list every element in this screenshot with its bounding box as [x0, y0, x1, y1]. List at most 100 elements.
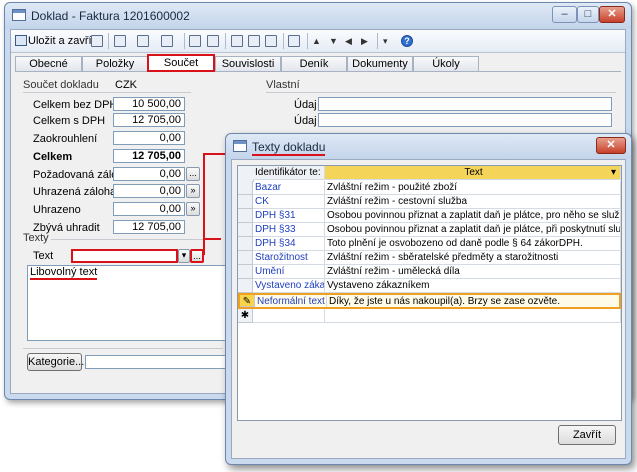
pozadovana-zaloha-ellipsis-button[interactable]: ...	[186, 167, 200, 181]
table-row[interactable]: Umění Zvláštní režim - umělecká díla	[238, 265, 621, 279]
uhrazeno-arrow-button[interactable]: »	[186, 202, 200, 216]
memo-textarea[interactable]: Libovolný text	[27, 265, 229, 341]
title-bar[interactable]: Doklad - Faktura 1201600002 – □ ✕	[5, 3, 631, 29]
table-row-new[interactable]: ✱	[238, 309, 621, 323]
table-row[interactable]: Bazar Zvláštní režim - použité zboží	[238, 181, 621, 195]
table-row[interactable]: Starožitnost Zvláštní režim - sběratelské…	[238, 251, 621, 265]
column-header-id[interactable]: Identifikátor te:	[253, 166, 325, 180]
row-selector[interactable]	[238, 181, 253, 195]
tab-ukoly[interactable]: Úkoly	[413, 56, 479, 71]
column-header-text[interactable]: Text ▾	[325, 166, 621, 180]
divider	[23, 348, 223, 349]
celkem-field[interactable]: 12 705,00	[113, 149, 185, 163]
uhrazeno-field[interactable]: 0,00	[113, 202, 185, 216]
row-selector[interactable]	[238, 223, 253, 237]
tab-dokumenty[interactable]: Dokumenty	[347, 56, 413, 71]
nav-first-icon[interactable]: ◀	[345, 35, 357, 47]
dialog-close-button[interactable]: ✕	[596, 137, 626, 154]
table-row[interactable]: DPH §34 Toto plnění je osvobozeno od daně…	[238, 237, 621, 251]
nav-last-icon[interactable]: ▶	[361, 35, 373, 47]
udaj-2-field[interactable]	[318, 113, 612, 127]
save-as-icon[interactable]	[91, 35, 103, 47]
zavrit-button[interactable]: Zavřít	[558, 425, 616, 445]
label-uhrazena-zaloha: Uhrazená záloha	[33, 186, 117, 198]
table-row[interactable]: Vystaveno zákazníVystaveno zákazníkem	[238, 279, 621, 293]
minimize-button[interactable]: –	[552, 6, 577, 23]
copy-icon[interactable]	[248, 35, 260, 47]
row-text: Zvláštní režim - cestovní služba	[325, 195, 621, 209]
tab-soucet[interactable]: Součet	[147, 54, 215, 72]
paste-icon[interactable]	[265, 35, 277, 47]
table-icon[interactable]	[207, 35, 219, 47]
new-row-text[interactable]	[325, 309, 621, 323]
row-text: Zvláštní režim - sběratelské předměty a …	[325, 251, 621, 265]
row-selector[interactable]	[238, 195, 253, 209]
row-selector[interactable]	[238, 251, 253, 265]
table-row[interactable]: DPH §33 Osobou povinnou přiznat a zaplati…	[238, 223, 621, 237]
new-row-id[interactable]	[253, 309, 325, 323]
toolbar-separator	[108, 33, 109, 49]
text-dropdown-button[interactable]: ▾	[178, 249, 190, 263]
zaokrouhleni-field[interactable]: 0,00	[113, 131, 185, 145]
memo-text: Libovolný text	[30, 266, 98, 280]
edit-icon[interactable]	[189, 35, 201, 47]
row-id: DPH §34	[253, 237, 325, 251]
celkem-s-dph-field[interactable]: 12 705,00	[113, 113, 185, 127]
toolbar-separator	[225, 33, 226, 49]
uhrazena-zaloha-field[interactable]: 0,00	[113, 184, 185, 198]
tab-polozky[interactable]: Položky	[82, 56, 148, 71]
row-text: Zvláštní režim - umělecká díla	[325, 265, 621, 279]
table-row[interactable]: CK Zvláštní režim - cestovní služba	[238, 195, 621, 209]
row-text: Osobou povinnou přiznat a zaplatit daň j…	[325, 223, 621, 237]
tab-obecne[interactable]: Obecné	[15, 56, 82, 71]
nav-down-icon[interactable]: ▼	[329, 35, 341, 47]
print-icon[interactable]	[114, 35, 126, 47]
dialog-client: Identifikátor te: Text ▾ Bazar Zvláštní re…	[231, 159, 626, 459]
section-soucet-dokladu: Součet dokladu	[23, 79, 99, 91]
pozadovana-zaloha-field[interactable]: 0,00	[113, 167, 185, 181]
nav-up-icon[interactable]: ▲	[312, 35, 324, 47]
row-text[interactable]: Díky, že jste u nás nakoupil(a). Brzy se…	[327, 295, 619, 307]
save-icon	[15, 35, 27, 46]
maximize-button[interactable]: □	[577, 6, 599, 23]
row-selector[interactable]	[238, 237, 253, 251]
row-text: Vystaveno zákazníkem	[325, 279, 621, 293]
row-selector[interactable]	[238, 279, 253, 293]
section-vlastni: Vlastní	[266, 79, 300, 91]
help-icon[interactable]: ?	[401, 35, 413, 47]
table-row-editing[interactable]: ✎ Neformální text Díky, že jste u nás na…	[238, 293, 621, 309]
tab-souvislosti[interactable]: Souvislosti	[215, 56, 281, 71]
row-selector[interactable]	[238, 209, 253, 223]
copy-document-icon[interactable]	[161, 35, 173, 47]
cut-icon[interactable]	[231, 35, 243, 47]
text-select[interactable]	[71, 249, 178, 263]
texts-grid[interactable]: Identifikátor te: Text ▾ Bazar Zvláštní re…	[237, 165, 622, 421]
text-ellipsis-button[interactable]: ...	[190, 249, 204, 263]
table-row[interactable]: DPH §31 Osobou povinnou přiznat a zaplati…	[238, 209, 621, 223]
udaj-1-field[interactable]	[318, 97, 612, 111]
row-id[interactable]: Neformální text	[255, 295, 327, 307]
connector-horizontal	[203, 238, 221, 240]
row-selector[interactable]	[238, 265, 253, 279]
column-id-label: Identifikátor te:	[255, 167, 321, 178]
zbyva-uhradit-field[interactable]: 12 705,00	[113, 220, 185, 234]
celkem-bez-dph-field[interactable]: 10 500,00	[113, 97, 185, 111]
kategorie-button[interactable]: Kategorie...	[27, 353, 84, 371]
divider	[266, 92, 616, 93]
toolbar: Uložit a zavřít ▲ ▼ ◀ ▶ ▾ ?	[11, 30, 625, 53]
close-window-button[interactable]: ✕	[599, 6, 625, 23]
section-texty: Texty	[23, 232, 49, 244]
dialog-title-bar[interactable]: Texty dokladu ✕	[226, 134, 631, 159]
preview-icon[interactable]	[137, 35, 149, 47]
uhrazena-zaloha-arrow-button[interactable]: »	[186, 184, 200, 198]
kategorie-field[interactable]	[85, 355, 230, 369]
row-id: Bazar	[253, 181, 325, 195]
label-celkem-bez-dph: Celkem bez DPH	[33, 99, 118, 111]
dialog-title: Texty dokladu	[252, 140, 326, 156]
save-close-text[interactable]: Uložit a zavřít	[28, 33, 95, 49]
row-id: CK	[253, 195, 325, 209]
undo-icon[interactable]	[288, 35, 300, 47]
dropdown-icon[interactable]: ▾	[383, 35, 395, 47]
tab-denik-udalosti[interactable]: Deník událostí	[281, 56, 347, 85]
label-zaokrouhleni: Zaokrouhlení	[33, 133, 98, 145]
